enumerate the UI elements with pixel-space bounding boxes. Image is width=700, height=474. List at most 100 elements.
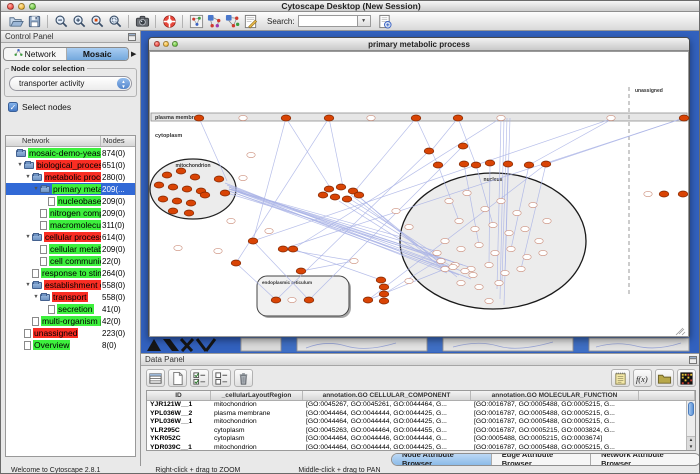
network-window-titlebar[interactable]: primary metabolic process: [149, 38, 689, 51]
table-row[interactable]: YDR039C__1mitochondrion[GO:0044464, GO:0…: [147, 444, 695, 452]
gene-node[interactable]: [379, 291, 389, 297]
gene-node[interactable]: [158, 196, 168, 202]
gene-node-unselected[interactable]: [441, 266, 449, 271]
table-cell[interactable]: mitochondrion: [211, 418, 303, 427]
gene-node[interactable]: [379, 284, 389, 290]
select-nodes-checkbox[interactable]: ✓: [8, 102, 18, 112]
gene-node-unselected[interactable]: [455, 218, 463, 223]
gene-node[interactable]: [541, 161, 551, 167]
gene-node-unselected[interactable]: [497, 115, 505, 120]
table-cell[interactable]: [GO:0044464, GO:0044446, GO:0044444, G..…: [303, 435, 471, 444]
gene-node-unselected[interactable]: [517, 266, 525, 271]
table-cell[interactable]: YPL036W__2: [147, 410, 211, 419]
disclosure-triangle-icon[interactable]: ▼: [32, 186, 40, 192]
float-panel-icon[interactable]: [128, 33, 136, 41]
tree-row[interactable]: nucleobase-209(0): [6, 195, 135, 207]
gene-node[interactable]: [330, 194, 340, 200]
tree-row[interactable]: ▼transport558(0): [6, 291, 135, 303]
gene-node[interactable]: [278, 246, 288, 252]
gene-node[interactable]: [248, 238, 258, 244]
tree-row[interactable]: Overview8(0): [6, 339, 135, 351]
gene-node-unselected[interactable]: [495, 280, 503, 285]
gene-node[interactable]: [453, 115, 463, 121]
table-cell[interactable]: [GO:0044464, GO:0044444, GO:0044425, G..…: [303, 410, 471, 419]
tab-network[interactable]: Network: [4, 48, 67, 60]
gene-node-unselected[interactable]: [501, 270, 509, 275]
snapshot-icon[interactable]: [133, 13, 151, 30]
network-view-window[interactable]: primary metabolic process plasma membran…: [148, 37, 690, 337]
disclosure-triangle-icon[interactable]: ▼: [16, 162, 24, 168]
gene-node-unselected[interactable]: [288, 297, 296, 302]
tree-row[interactable]: nitrogen compo209(0): [6, 207, 135, 219]
title-bar[interactable]: Cytoscape Desktop (New Session): [1, 1, 700, 12]
gene-node[interactable]: [411, 115, 421, 121]
layout-organic-icon[interactable]: [205, 13, 223, 30]
table-cell[interactable]: [GO:0045267, GO:0045261, GO:0044464, G..…: [303, 401, 471, 410]
gene-node[interactable]: [194, 115, 204, 121]
disclosure-triangle-icon[interactable]: ▼: [24, 282, 32, 288]
gene-node[interactable]: [485, 160, 495, 166]
table-row[interactable]: YPL036W__2plasma membrane[GO:0044464, GO…: [147, 410, 695, 419]
delete-attribute-icon[interactable]: [234, 369, 253, 387]
gene-node[interactable]: [190, 174, 200, 180]
gene-node-unselected[interactable]: [521, 226, 529, 231]
table-cell[interactable]: YPL036W__1: [147, 418, 211, 427]
table-scrollbar[interactable]: ▲▼: [686, 401, 695, 450]
gene-node[interactable]: [324, 186, 334, 192]
gene-node[interactable]: [678, 191, 688, 197]
gene-node[interactable]: [231, 260, 241, 266]
gene-node[interactable]: [168, 208, 178, 214]
table-cell[interactable]: [GO:0016787, GO:0005215, GO:0003824, G..…: [471, 427, 639, 436]
table-cell[interactable]: [GO:0044464, GO:0044444, GO:0044425, G..…: [303, 418, 471, 427]
search-combo-arrow[interactable]: ▼: [358, 15, 371, 27]
tree-row[interactable]: ▼primary metabo209(...: [6, 183, 135, 195]
tree-row[interactable]: macromolecule311(0): [6, 219, 135, 231]
zoom-selected-icon[interactable]: [88, 13, 106, 30]
gene-node-unselected[interactable]: [535, 238, 543, 243]
gene-node[interactable]: [324, 115, 334, 121]
zoom-out-icon[interactable]: [52, 13, 70, 30]
gene-node[interactable]: [354, 192, 364, 198]
gene-node-unselected[interactable]: [433, 250, 441, 255]
gene-node-unselected[interactable]: [405, 278, 413, 283]
gene-node-unselected[interactable]: [543, 218, 551, 223]
disclosure-triangle-icon[interactable]: ▼: [32, 294, 40, 300]
tab-network-attribute-browser[interactable]: Network Attribute Browser: [591, 454, 700, 465]
gene-node[interactable]: [363, 297, 373, 303]
tree-header[interactable]: Network Nodes: [6, 136, 135, 147]
gene-node-unselected[interactable]: [445, 198, 453, 203]
gene-node[interactable]: [176, 168, 186, 174]
node-color-dropdown[interactable]: transporter activity ▲▼: [9, 76, 132, 91]
column-header[interactable]: annotation.GO CELLULAR_COMPONENT: [303, 391, 471, 400]
import-attributes-icon[interactable]: [376, 13, 394, 30]
gene-node[interactable]: [281, 115, 291, 121]
gene-node-unselected[interactable]: [437, 258, 445, 263]
gene-node-unselected[interactable]: [247, 152, 255, 157]
tree-row[interactable]: ▼biological_process651(0): [6, 159, 135, 171]
table-cell[interactable]: cytoplasm: [211, 427, 303, 436]
network-overview-icon[interactable]: [187, 13, 205, 30]
scrollbar-arrows[interactable]: ▲▼: [687, 436, 695, 450]
zoom-fit-icon[interactable]: [106, 13, 124, 30]
disclosure-triangle-icon[interactable]: ▼: [24, 234, 32, 240]
gene-node-unselected[interactable]: [469, 272, 477, 277]
tree-row[interactable]: ▼establishment of lo558(0): [6, 279, 135, 291]
table-cell[interactable]: YKR052C: [147, 435, 211, 444]
gene-node-unselected[interactable]: [350, 258, 358, 263]
gene-node-unselected[interactable]: [475, 242, 483, 247]
gene-node[interactable]: [220, 190, 230, 196]
gene-node[interactable]: [459, 161, 469, 167]
gene-node-unselected[interactable]: [214, 248, 222, 253]
table-cell[interactable]: [GO:0044464, GO:0044444, GO:0044425, G..…: [303, 444, 471, 452]
gene-node-unselected[interactable]: [491, 250, 499, 255]
search-input[interactable]: [298, 15, 358, 27]
gene-node-unselected[interactable]: [174, 245, 182, 250]
gene-node-unselected[interactable]: [485, 298, 493, 303]
gene-node-unselected[interactable]: [405, 224, 413, 229]
network-canvas-area[interactable]: plasma membranecytoplasmunassignedmitoch…: [149, 51, 689, 337]
table-cell[interactable]: [GO:0016787, GO:0005488, GO:0005215, G..…: [471, 418, 639, 427]
import-attributes-file-icon[interactable]: [655, 369, 674, 387]
disclosure-triangle-icon[interactable]: ▼: [24, 174, 32, 180]
tree-row[interactable]: unassigned223(0): [6, 327, 135, 339]
gene-node-unselected[interactable]: [489, 222, 497, 227]
